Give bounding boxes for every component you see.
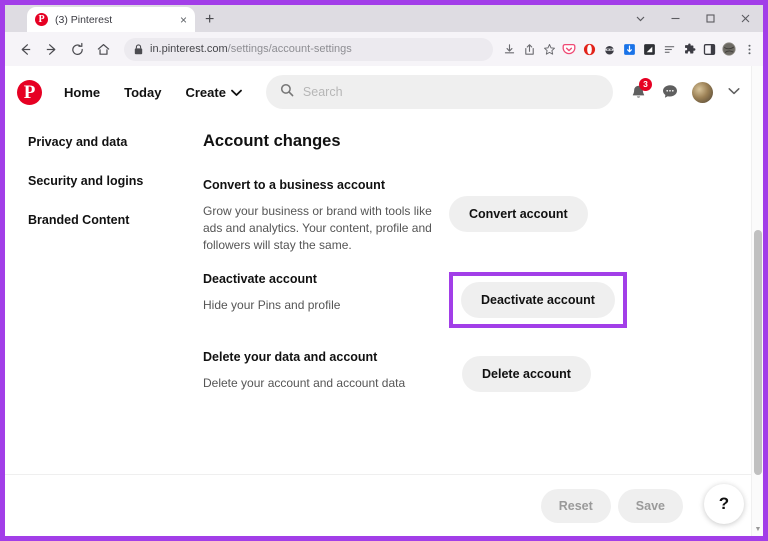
section-description: Delete your account and account data [203,376,406,390]
nav-home[interactable]: Home [52,79,112,106]
header-actions: 3 [623,77,749,107]
sidebar-item-branded-content[interactable]: Branded Content [28,213,201,227]
nav-today-label: Today [124,84,162,100]
extensions-puzzle-icon[interactable] [679,38,699,60]
scrollbar-down-arrow-icon[interactable]: ▼ [753,524,763,534]
browser-menu-icon[interactable] [739,38,759,60]
settings-footer-bar: Reset Save [5,474,763,536]
section-heading: Convert to a business account [203,178,385,192]
reload-icon[interactable] [64,36,90,62]
dark-reader-extension-icon[interactable] [639,38,659,60]
unbounce-extension-icon[interactable] [619,38,639,60]
delete-account-button[interactable]: Delete account [462,356,591,392]
chevron-down-icon [728,83,740,101]
section-description: Grow your business or brand with tools l… [203,204,432,252]
page-title: Account changes [203,132,341,150]
browser-window: P (3) Pinterest × + in.pinterest.com/set… [0,0,768,541]
tab-search-chevron-down-icon[interactable] [623,5,658,32]
forward-arrow-icon[interactable] [38,36,64,62]
section-convert-business-account: Convert to a business account Grow your … [203,178,731,254]
section-action: Convert account [439,178,731,232]
section-delete-account: Delete your data and account Delete your… [203,350,731,392]
notification-badge: 3 [639,78,652,91]
back-arrow-icon[interactable] [12,36,38,62]
browser-toolbar: in.pinterest.com/settings/account-settin… [5,32,763,66]
nav-create-label: Create [185,84,226,100]
close-window-icon[interactable] [728,5,763,32]
convert-account-button[interactable]: Convert account [449,196,588,232]
section-heading: Delete your data and account [203,350,378,364]
section-text: Convert to a business account Grow your … [203,178,439,254]
nav-create[interactable]: Create [173,79,253,106]
downloads-icon[interactable] [499,38,519,60]
avatar [691,81,713,103]
nav-today[interactable]: Today [112,79,173,106]
scrollbar-thumb[interactable] [754,230,762,475]
home-icon[interactable] [90,36,116,62]
browser-tab-title: (3) Pinterest [55,13,113,26]
pinterest-favicon-icon: P [35,13,48,26]
lock-icon [134,43,143,55]
new-tab-button[interactable]: + [205,12,214,28]
reading-list-icon[interactable] [659,38,679,60]
chevron-down-icon [231,85,242,100]
section-text: Deactivate account Hide your Pins and pr… [203,272,439,314]
messages-button[interactable] [655,77,685,107]
maximize-icon[interactable] [693,5,728,32]
window-controls [623,5,763,32]
notifications-button[interactable]: 3 [623,77,653,107]
page-scrollbar[interactable]: ▼ [751,66,763,536]
save-button[interactable]: Save [617,488,683,523]
section-description: Hide your Pins and profile [203,298,341,312]
address-bar-url: in.pinterest.com/settings/account-settin… [150,43,352,55]
browser-tab[interactable]: P (3) Pinterest × [27,7,195,32]
toolbar-extension-icons [499,38,763,60]
search-input[interactable] [302,85,599,99]
section-action: Delete account [439,350,731,392]
pocket-extension-icon[interactable] [559,38,579,60]
reset-button[interactable]: Reset [540,488,611,523]
profile-avatar-icon[interactable] [719,38,739,60]
address-bar[interactable]: in.pinterest.com/settings/account-settin… [124,37,493,61]
search-box[interactable] [265,75,613,109]
section-text: Delete your data and account Delete your… [203,350,439,392]
ninja-extension-icon[interactable] [599,38,619,60]
sidebar-item-privacy-and-data[interactable]: Privacy and data [28,135,201,149]
pinterest-logo-icon[interactable]: P [17,79,42,105]
section-heading: Deactivate account [203,272,317,286]
web-page: P Home Today Create Search 3 Privacy and… [5,66,763,536]
share-icon[interactable] [519,38,539,60]
account-avatar-button[interactable] [687,77,717,107]
deactivate-account-button[interactable]: Deactivate account [461,282,615,318]
bookmark-star-icon[interactable] [539,38,559,60]
sidebar-toggle-icon[interactable] [699,38,719,60]
opera-extension-icon[interactable] [579,38,599,60]
close-tab-icon[interactable]: × [180,14,187,26]
minimize-icon[interactable] [658,5,693,32]
search-icon [280,83,294,102]
nav-home-label: Home [64,84,101,100]
account-menu-chevron-button[interactable] [719,77,749,107]
highlight-annotation-box: Deactivate account [449,272,627,328]
sidebar-item-security-and-logins[interactable]: Security and logins [28,174,201,188]
help-button[interactable]: ? [704,484,744,524]
section-deactivate-account: Deactivate account Hide your Pins and pr… [203,272,731,328]
pinterest-header: P Home Today Create Search 3 [5,66,763,118]
section-action: Deactivate account [439,272,731,328]
